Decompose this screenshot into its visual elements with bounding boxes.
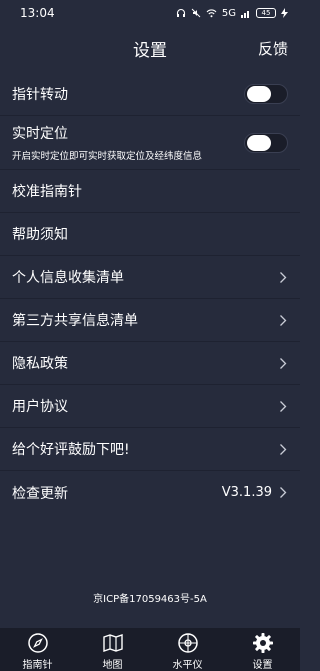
nav-compass[interactable]: 指南针 <box>8 631 68 671</box>
nav-level[interactable]: 水平仪 <box>158 631 218 671</box>
help-label: 帮助须知 <box>12 227 68 243</box>
version-value: V3.1.39 <box>221 485 272 500</box>
settings-screen: 13:04 5G 45 设置 反馈 指针转动 实时定位 开启实时定位即可实时获取… <box>0 0 300 671</box>
status-bar: 13:04 5G 45 <box>0 0 300 26</box>
nav-settings-label: 设置 <box>252 660 273 671</box>
rate-us-label: 给个好评鼓励下吧! <box>12 442 130 458</box>
pointer-rotation-label: 指针转动 <box>12 86 68 103</box>
nav-level-label: 水平仪 <box>172 660 203 671</box>
compass-icon <box>26 631 50 655</box>
nav-settings[interactable]: 设置 <box>233 631 293 671</box>
setting-calibrate[interactable]: 校准指南针 <box>0 170 300 213</box>
realtime-location-subtitle: 开启实时定位即可实时获取定位及经纬度信息 <box>12 151 203 162</box>
pointer-rotation-toggle[interactable] <box>244 83 288 104</box>
battery-icon: 45 <box>256 8 276 18</box>
page-title: 设置 <box>133 40 167 61</box>
battery-level: 45 <box>261 8 271 17</box>
network-type: 5G <box>221 7 236 19</box>
setting-help[interactable]: 帮助须知 <box>0 213 300 256</box>
chevron-right-icon <box>278 313 288 327</box>
charging-icon <box>281 8 288 18</box>
header: 设置 反馈 <box>0 26 300 70</box>
check-update-label: 检查更新 <box>12 485 68 502</box>
map-icon <box>101 631 125 655</box>
setting-realtime-location: 实时定位 开启实时定位即可实时获取定位及经纬度信息 <box>0 116 300 170</box>
feedback-button[interactable]: 反馈 <box>258 38 288 59</box>
realtime-location-label: 实时定位 <box>12 126 68 142</box>
chevron-right-icon <box>278 356 288 370</box>
status-icons: 5G 45 <box>176 8 288 19</box>
headphones-icon <box>176 8 186 18</box>
third-party-label: 第三方共享信息清单 <box>12 313 138 329</box>
wifi-icon <box>206 8 217 18</box>
setting-personal-info[interactable]: 个人信息收集清单 <box>0 256 300 299</box>
setting-third-party[interactable]: 第三方共享信息清单 <box>0 299 300 342</box>
chevron-right-icon <box>278 270 288 284</box>
setting-check-update[interactable]: 检查更新 V3.1.39 <box>0 471 300 514</box>
nav-map[interactable]: 地图 <box>83 631 143 671</box>
realtime-location-text: 实时定位 开启实时定位即可实时获取定位及经纬度信息 <box>12 123 202 162</box>
icp-license: 京ICP备17059463号-5A <box>93 594 207 605</box>
check-update-right: V3.1.39 <box>222 485 288 500</box>
chevron-right-icon <box>278 399 288 413</box>
setting-rate-us[interactable]: 给个好评鼓励下吧! <box>0 428 300 471</box>
toggle-knob <box>247 85 271 102</box>
signal-icon <box>241 8 251 18</box>
chevron-right-icon <box>278 486 288 500</box>
realtime-location-toggle[interactable] <box>244 132 288 153</box>
setting-privacy[interactable]: 隐私政策 <box>0 342 300 385</box>
nav-compass-label: 指南针 <box>22 660 53 671</box>
bottom-nav: 指南针 地图 水平仪 设置 <box>0 628 300 671</box>
mute-icon <box>191 8 201 18</box>
personal-info-label: 个人信息收集清单 <box>12 270 124 286</box>
chevron-right-icon <box>278 442 288 456</box>
privacy-label: 隐私政策 <box>12 356 68 372</box>
user-agreement-label: 用户协议 <box>12 399 68 415</box>
gear-icon <box>251 631 275 655</box>
toggle-knob <box>247 134 271 151</box>
level-icon <box>176 631 200 655</box>
setting-pointer-rotation: 指针转动 <box>0 72 300 116</box>
calibrate-label: 校准指南针 <box>12 184 82 200</box>
setting-user-agreement[interactable]: 用户协议 <box>0 385 300 428</box>
nav-map-label: 地图 <box>102 660 123 671</box>
status-time: 13:04 <box>20 6 55 20</box>
